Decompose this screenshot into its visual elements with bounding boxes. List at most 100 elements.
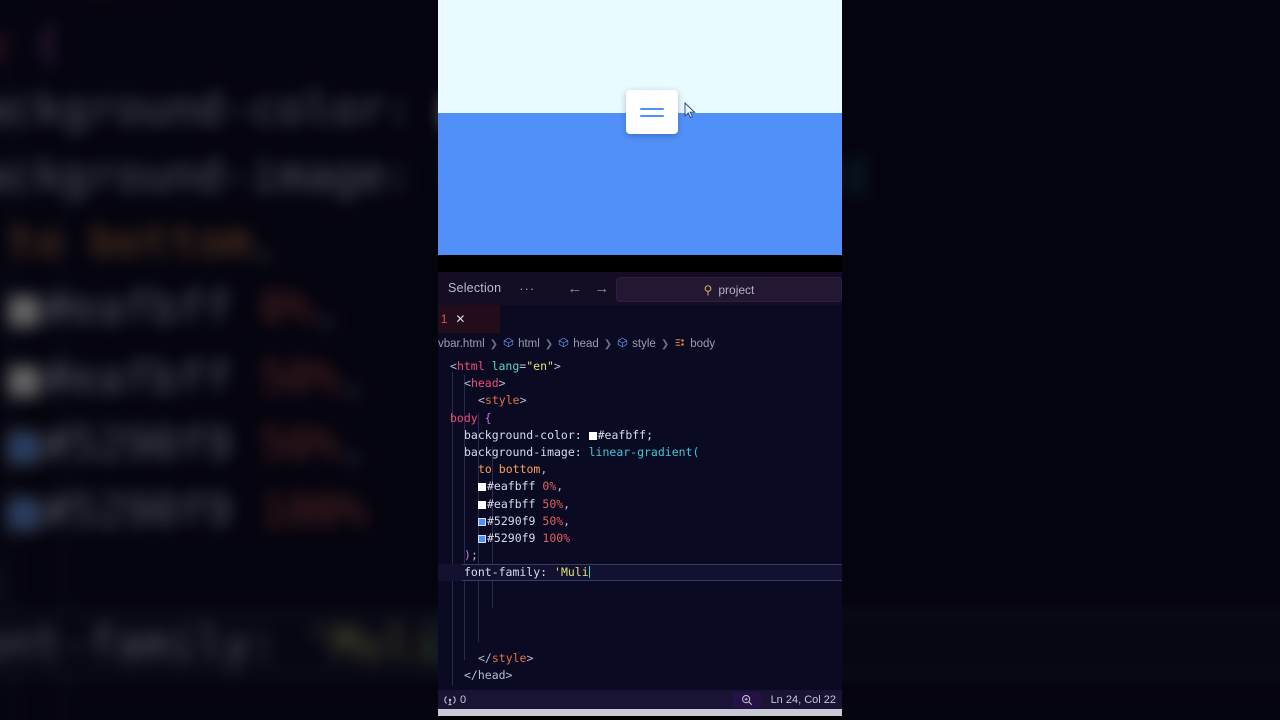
tab-badge: 1 <box>440 312 448 326</box>
radio-tower-icon[interactable] <box>444 694 456 706</box>
code-token: lang <box>491 359 520 373</box>
command-search-input[interactable]: ⚲ project <box>616 277 842 302</box>
code-token: > <box>526 651 534 666</box>
problems-count[interactable]: 0 <box>460 694 466 706</box>
code-token: , <box>313 281 341 336</box>
zoom-search-icon[interactable] <box>732 691 761 708</box>
code-line[interactable]: <style> <box>438 392 842 409</box>
breadcrumb-separator: ❯ <box>489 338 499 350</box>
code-token: ; <box>470 548 478 563</box>
code-token: bottom <box>498 462 541 477</box>
breadcrumb-label: vbar.html <box>438 338 485 350</box>
breadcrumb-item[interactable]: html <box>503 337 540 351</box>
code-line[interactable] <box>438 581 842 598</box>
code-token: < <box>450 359 457 373</box>
code-line[interactable] <box>438 599 842 616</box>
code-token: style <box>484 393 520 408</box>
code-token: style <box>491 651 527 666</box>
nav-toggle-button[interactable] <box>626 90 678 134</box>
code-token: < <box>464 376 471 391</box>
menu-selection[interactable]: Selection <box>438 272 511 305</box>
color-swatch[interactable] <box>478 483 486 492</box>
code-token: 0% <box>542 479 557 494</box>
breadcrumb-label: style <box>632 338 656 350</box>
code-token: #eafbff <box>487 479 543 494</box>
code-token: #eafbff; <box>597 427 654 442</box>
foreground-column: Selection ··· ← → ⚲ project bar.html 1 ✕ <box>438 0 842 720</box>
color-swatch[interactable] <box>478 534 486 543</box>
code-token: #eafbff <box>43 281 260 336</box>
color-swatch[interactable] <box>8 430 40 463</box>
cube-icon <box>558 337 569 351</box>
breadcrumb-item[interactable]: body <box>674 337 715 351</box>
indent-guide <box>62 155 67 720</box>
horizontal-scrollbar[interactable] <box>438 709 842 716</box>
code-token: #eafbff <box>43 348 260 403</box>
code-token: , <box>340 348 368 403</box>
code-token: html <box>456 359 485 373</box>
forward-arrow-icon[interactable]: → <box>594 281 609 296</box>
code-token: 'Muli <box>554 565 589 580</box>
code-line[interactable]: <html lang="en"> <box>438 358 842 375</box>
code-line[interactable]: #5290f9 50%, <box>438 513 842 530</box>
code-token: font-family: <box>464 565 555 580</box>
code-line[interactable]: to bottom, <box>438 461 842 478</box>
code-token: , <box>563 513 571 528</box>
code-token: > <box>498 376 506 391</box>
code-token: 50% <box>542 513 564 528</box>
back-arrow-icon[interactable]: ← <box>567 281 582 296</box>
code-line[interactable] <box>438 633 842 650</box>
color-swatch[interactable] <box>478 517 486 526</box>
close-icon[interactable]: ✕ <box>455 312 465 326</box>
breadcrumb-separator: ❯ <box>660 338 670 350</box>
color-swatch[interactable] <box>8 497 40 530</box>
code-token: 100% <box>542 530 571 545</box>
breadcrumb-label: body <box>690 338 716 350</box>
bottom-edge <box>438 716 842 720</box>
code-token: 100% <box>259 482 368 537</box>
tab-navbar-html[interactable]: bar.html 1 ✕ <box>438 305 500 333</box>
code-token: 50% <box>542 496 564 511</box>
code-token: #5290f9 <box>487 530 543 545</box>
cube-icon <box>503 337 514 351</box>
code-line[interactable]: #eafbff 50%, <box>438 496 842 513</box>
code-editor[interactable]: <html lang="en"> <head> <style> body {backg… <box>438 355 842 686</box>
code-token: background-color: <box>464 427 589 442</box>
code-line[interactable]: background-color: #eafbff; <box>438 427 842 444</box>
search-value: project <box>718 282 755 297</box>
code-token: </head> <box>464 668 513 683</box>
code-line[interactable]: <head> <box>438 375 842 392</box>
code-line[interactable]: #eafbff 0%, <box>438 478 842 495</box>
breadcrumb-item[interactable]: head <box>558 337 599 351</box>
color-swatch[interactable] <box>8 363 40 396</box>
code-token: , <box>540 462 548 477</box>
code-token: { <box>477 410 492 425</box>
code-line[interactable] <box>438 616 842 633</box>
breadcrumb: vbar.html ❯ html ❯ head ❯ style ❯ body <box>438 333 842 355</box>
code-token: head <box>470 376 499 391</box>
scrollbar-thumb[interactable] <box>438 709 842 716</box>
code-line[interactable]: ); <box>438 547 842 564</box>
code-line[interactable]: background-image: linear-gradient( <box>438 444 842 461</box>
code-token: < <box>8 0 35 1</box>
code-token: body <box>0 13 7 68</box>
code-line[interactable]: </style> <box>438 650 842 667</box>
breadcrumb-item[interactable]: style <box>617 337 656 351</box>
menu-overflow-icon[interactable]: ··· <box>511 281 543 296</box>
code-line[interactable]: body { <box>438 410 842 427</box>
cursor-position[interactable]: Ln 24, Col 22 <box>771 694 836 706</box>
code-token: background-image: <box>464 444 589 459</box>
color-swatch[interactable] <box>8 296 40 329</box>
breadcrumb-item[interactable]: vbar.html <box>438 338 485 350</box>
code-line[interactable]: #5290f9 100% <box>438 530 842 547</box>
code-token: , <box>556 479 564 494</box>
color-swatch[interactable] <box>588 431 597 440</box>
text-caret <box>588 566 591 579</box>
code-token: 0% <box>259 281 314 336</box>
code-line-current[interactable]: font-family: 'Muli <box>438 564 842 582</box>
code-token: > <box>553 359 561 373</box>
code-line[interactable]: </head> <box>438 667 842 684</box>
color-swatch[interactable] <box>478 500 486 509</box>
code-token: "en" <box>526 359 554 373</box>
